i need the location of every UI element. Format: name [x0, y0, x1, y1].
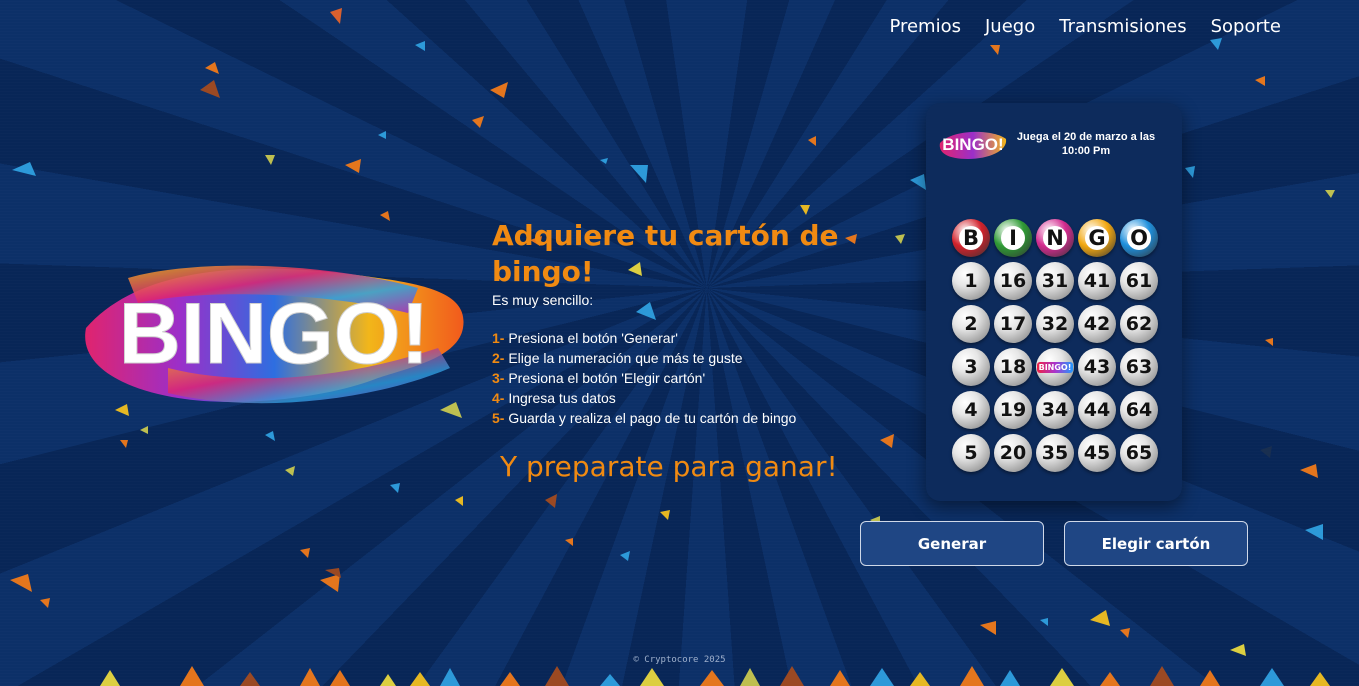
- nav-item-juego[interactable]: Juego: [985, 16, 1035, 37]
- card-row: 3 18 BINGO! 43 63: [952, 348, 1158, 386]
- number-ball[interactable]: 19: [994, 391, 1032, 429]
- number-ball[interactable]: 5: [952, 434, 990, 472]
- svg-text:BINGO!: BINGO!: [119, 286, 430, 382]
- header-letter: G: [1085, 226, 1109, 250]
- card-row: 5 20 35 45 65: [952, 434, 1158, 472]
- number-ball[interactable]: 2: [952, 305, 990, 343]
- number-ball[interactable]: 61: [1120, 262, 1158, 300]
- header-ball-o: O: [1120, 219, 1158, 257]
- header-letter: B: [959, 226, 983, 250]
- step-item: 5- Guarda y realiza el pago de tu cartón…: [492, 410, 797, 426]
- number-ball[interactable]: 16: [994, 262, 1032, 300]
- card-header: BINGO! Juega el 20 de marzo a las 10:00 …: [938, 127, 1170, 161]
- bingo-logo: BINGO!: [78, 258, 470, 418]
- number-ball[interactable]: 4: [952, 391, 990, 429]
- draw-date: Juega el 20 de marzo a las 10:00 Pm: [1016, 131, 1156, 157]
- number-ball[interactable]: 18: [994, 348, 1032, 386]
- number-ball[interactable]: 62: [1120, 305, 1158, 343]
- svg-text:BINGO!: BINGO!: [942, 135, 1003, 154]
- card-row: 4 19 34 44 64: [952, 391, 1158, 429]
- number-ball[interactable]: 41: [1078, 262, 1116, 300]
- closing-text: Y preparate para ganar!: [500, 450, 838, 483]
- header-ball-n: N: [1036, 219, 1074, 257]
- number-ball[interactable]: 20: [994, 434, 1032, 472]
- number-ball[interactable]: 3: [952, 348, 990, 386]
- step-item: 1- Presiona el botón 'Generar': [492, 330, 678, 346]
- nav-item-soporte[interactable]: Soporte: [1211, 16, 1281, 37]
- number-ball[interactable]: 45: [1078, 434, 1116, 472]
- nav-item-premios[interactable]: Premios: [889, 16, 961, 37]
- steps-list: 1- Presiona el botón 'Generar' 2- Elige …: [492, 328, 852, 428]
- card-grid: BINGO 1 16 31 41 61 2 17 32 42 62 3 18 BINGO! 43 63 4 19…: [952, 219, 1158, 477]
- top-nav: Premios Juego Transmisiones Soporte: [889, 16, 1281, 37]
- number-ball[interactable]: 65: [1120, 434, 1158, 472]
- lead-text: Es muy sencillo:: [492, 292, 594, 308]
- step-item: 2- Elige la numeración que más te guste: [492, 350, 743, 366]
- card-logo: BINGO!: [939, 131, 1007, 159]
- number-ball[interactable]: 34: [1036, 391, 1074, 429]
- number-ball[interactable]: 32: [1036, 305, 1074, 343]
- footer-copyright: © Cryptocore 2025: [633, 655, 726, 665]
- number-ball[interactable]: 31: [1036, 262, 1074, 300]
- header-letter: N: [1043, 226, 1067, 250]
- choose-card-button[interactable]: Elegir cartón: [1064, 521, 1248, 566]
- header-ball-i: I: [994, 219, 1032, 257]
- bingo-card: BINGO! Juega el 20 de marzo a las 10:00 …: [926, 103, 1182, 501]
- number-ball[interactable]: 35: [1036, 434, 1074, 472]
- free-space-ball[interactable]: BINGO!: [1036, 348, 1074, 386]
- number-ball[interactable]: 64: [1120, 391, 1158, 429]
- header-letter: I: [1001, 226, 1025, 250]
- number-ball[interactable]: 1: [952, 262, 990, 300]
- number-ball[interactable]: 17: [994, 305, 1032, 343]
- bingo-logo-art: BINGO!: [85, 265, 464, 404]
- header-ball-g: G: [1078, 219, 1116, 257]
- free-space-logo: BINGO!: [1036, 361, 1074, 373]
- header-letter: O: [1127, 226, 1151, 250]
- nav-item-transmisiones[interactable]: Transmisiones: [1059, 16, 1186, 37]
- header-ball-b: B: [952, 219, 990, 257]
- step-item: 3- Presiona el botón 'Elegir cartón': [492, 370, 706, 386]
- card-row: 1 16 31 41 61: [952, 262, 1158, 300]
- header-row: BINGO: [952, 219, 1158, 257]
- step-item: 4- Ingresa tus datos: [492, 390, 616, 406]
- number-ball[interactable]: 63: [1120, 348, 1158, 386]
- number-ball[interactable]: 43: [1078, 348, 1116, 386]
- number-ball[interactable]: 42: [1078, 305, 1116, 343]
- number-ball[interactable]: 44: [1078, 391, 1116, 429]
- instructions: Adquiere tu cartón de bingo! Es muy senc…: [492, 218, 852, 428]
- generate-button[interactable]: Generar: [860, 521, 1044, 566]
- card-row: 2 17 32 42 62: [952, 305, 1158, 343]
- page-title: Adquiere tu cartón de bingo!: [492, 219, 839, 288]
